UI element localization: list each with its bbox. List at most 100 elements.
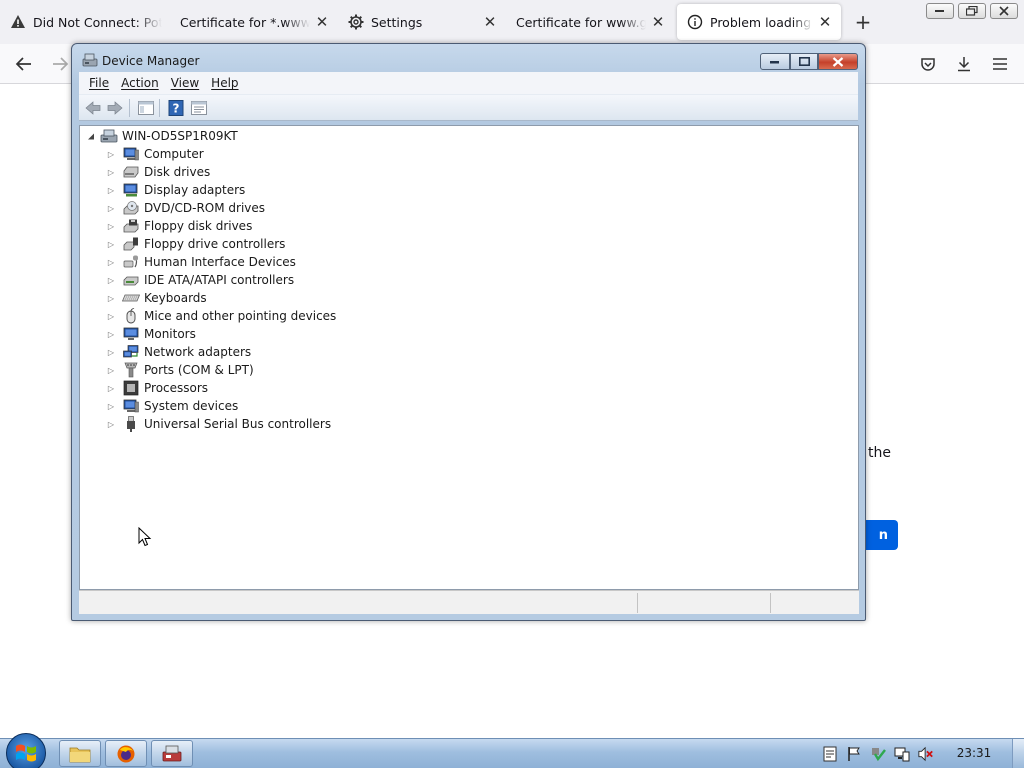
expand-triangle-icon[interactable]: ▷ <box>106 325 116 343</box>
menu-action[interactable]: Action <box>115 76 165 90</box>
tree-item-monitors[interactable]: ▷ Monitors <box>106 325 196 343</box>
taskbar-explorer-button[interactable] <box>59 740 101 767</box>
tree-item-disk-drives[interactable]: ▷ Disk drives <box>106 163 210 181</box>
expand-triangle-icon[interactable]: ▷ <box>106 181 116 199</box>
network-adapter-icon <box>122 344 140 360</box>
expand-triangle-icon[interactable]: ▷ <box>106 307 116 325</box>
expand-triangle-icon[interactable]: ▷ <box>106 217 116 235</box>
tree-item-display-adapters[interactable]: ▷ Display adapters <box>106 181 245 199</box>
flag-icon[interactable] <box>846 746 862 762</box>
expand-triangle-icon[interactable]: ▷ <box>106 361 116 379</box>
start-button[interactable] <box>6 733 46 768</box>
tree-item-label: Floppy drive controllers <box>144 237 286 251</box>
tab-certificate-google[interactable]: Certificate for www.google.com ✕ <box>506 4 674 40</box>
expand-triangle-icon[interactable]: ▷ <box>106 379 116 397</box>
close-tab-icon[interactable]: ✕ <box>314 13 330 31</box>
toolbar-separator <box>129 99 130 117</box>
back-button[interactable] <box>84 100 102 116</box>
device-manager-icon <box>162 745 182 761</box>
pocket-button[interactable] <box>916 52 940 76</box>
action-center-icon[interactable] <box>822 746 838 762</box>
maximize-button[interactable] <box>790 53 818 70</box>
expand-triangle-icon[interactable]: ▷ <box>106 415 116 433</box>
tree-root-node[interactable]: WIN-OD5SP1R09KT <box>86 127 238 145</box>
tree-item-floppy-drive-controllers[interactable]: ▷ Floppy drive controllers <box>106 235 286 253</box>
collapse-triangle-icon[interactable] <box>86 127 96 145</box>
expand-triangle-icon[interactable]: ▷ <box>106 397 116 415</box>
expand-triangle-icon[interactable]: ▷ <box>106 271 116 289</box>
tab-certificate-mozilla[interactable]: Certificate for *.www.mozilla.org ✕ <box>170 4 338 40</box>
downloads-button[interactable] <box>952 52 976 76</box>
show-desktop-button[interactable] <box>1012 739 1024 768</box>
tab-title: Settings <box>371 14 423 30</box>
help-button[interactable]: ? <box>167 100 185 116</box>
device-tree[interactable]: WIN-OD5SP1R09KT ▷ Computer ▷ Disk drives… <box>79 125 859 590</box>
tree-item-floppy-disk-drives[interactable]: ▷ Floppy disk drives <box>106 217 252 235</box>
tree-item-system-devices[interactable]: ▷ System devices <box>106 397 238 415</box>
toolbar-separator <box>159 99 160 117</box>
try-again-button[interactable]: n <box>862 520 898 550</box>
taskbar-device-manager-button[interactable] <box>151 740 193 767</box>
mouse-pointer-icon <box>138 527 152 547</box>
volume-muted-icon[interactable] <box>918 746 934 762</box>
minimize-button[interactable] <box>760 53 790 70</box>
show-hide-console-tree-button[interactable] <box>137 100 155 116</box>
menu-file[interactable]: File <box>83 76 115 90</box>
forward-button[interactable] <box>106 100 124 116</box>
tree-item-computer[interactable]: ▷ Computer <box>106 145 204 163</box>
expand-triangle-icon[interactable]: ▷ <box>106 343 116 361</box>
tree-item-label: Floppy disk drives <box>144 219 253 233</box>
help-icon: ? <box>168 100 184 116</box>
new-tab-button[interactable]: + <box>852 12 874 34</box>
ide-controller-icon <box>122 272 140 288</box>
tree-item-mice[interactable]: ▷ Mice and other pointing devices <box>106 307 336 325</box>
close-tab-icon[interactable]: ✕ <box>482 13 498 31</box>
tree-item-dvd-drives[interactable]: ▷ DVD/CD-ROM drives <box>106 199 265 217</box>
tree-item-keyboards[interactable]: ▷ Keyboards <box>106 289 207 307</box>
tab-title: Certificate for *.www.mozilla.org <box>180 14 310 30</box>
minimize-icon <box>935 10 944 12</box>
device-manager-title-bar[interactable]: Device Manager <box>72 44 865 74</box>
window-title: Device Manager <box>102 54 200 68</box>
tree-item-ide-controllers[interactable]: ▷ IDE ATA/ATAPI controllers <box>106 271 294 289</box>
forward-arrow-icon <box>53 57 69 71</box>
tree-item-label: Ports (COM & LPT) <box>144 363 254 377</box>
browser-minimize-button[interactable] <box>926 3 954 19</box>
taskbar-clock[interactable]: 23:31 <box>950 746 998 760</box>
disk-drive-icon <box>122 164 140 180</box>
back-button[interactable] <box>12 52 36 76</box>
properties-button[interactable] <box>190 100 208 116</box>
security-icon[interactable] <box>870 746 886 762</box>
expand-triangle-icon[interactable]: ▷ <box>106 235 116 253</box>
browser-restore-button[interactable] <box>958 3 986 19</box>
warning-icon <box>10 14 26 30</box>
menu-view[interactable]: View <box>165 76 205 90</box>
expand-triangle-icon[interactable]: ▷ <box>106 289 116 307</box>
tree-item-label: Monitors <box>144 327 196 341</box>
tree-item-ports[interactable]: ▷ Ports (COM & LPT) <box>106 361 254 379</box>
menu-button[interactable] <box>988 52 1012 76</box>
close-button[interactable] <box>818 53 858 70</box>
taskbar-firefox-button[interactable] <box>105 740 147 767</box>
close-tab-icon[interactable]: ✕ <box>817 13 833 31</box>
tree-item-processors[interactable]: ▷ Processors <box>106 379 208 397</box>
tree-item-network-adapters[interactable]: ▷ Network adapters <box>106 343 251 361</box>
expand-triangle-icon[interactable]: ▷ <box>106 145 116 163</box>
hamburger-menu-icon <box>993 58 1007 70</box>
tab-did-not-connect[interactable]: Did Not Connect: Potential Security Issu… <box>0 4 170 40</box>
browser-close-button[interactable] <box>990 3 1018 19</box>
forward-button[interactable] <box>48 52 72 76</box>
tree-item-label: Network adapters <box>144 345 252 359</box>
tree-item-label: System devices <box>144 399 239 413</box>
status-bar <box>79 590 859 614</box>
tab-settings[interactable]: Settings ✕ <box>338 4 506 40</box>
close-tab-icon[interactable]: ✕ <box>650 13 666 31</box>
menu-help[interactable]: Help <box>205 76 244 90</box>
expand-triangle-icon[interactable]: ▷ <box>106 253 116 271</box>
expand-triangle-icon[interactable]: ▷ <box>106 163 116 181</box>
tab-problem-loading[interactable]: Problem loading page ✕ <box>677 4 841 40</box>
tree-item-usb-controllers[interactable]: ▷ Universal Serial Bus controllers <box>106 415 331 433</box>
tree-item-human-interface-devices[interactable]: ▷ Human Interface Devices <box>106 253 296 271</box>
expand-triangle-icon[interactable]: ▷ <box>106 199 116 217</box>
network-icon[interactable] <box>894 746 910 762</box>
